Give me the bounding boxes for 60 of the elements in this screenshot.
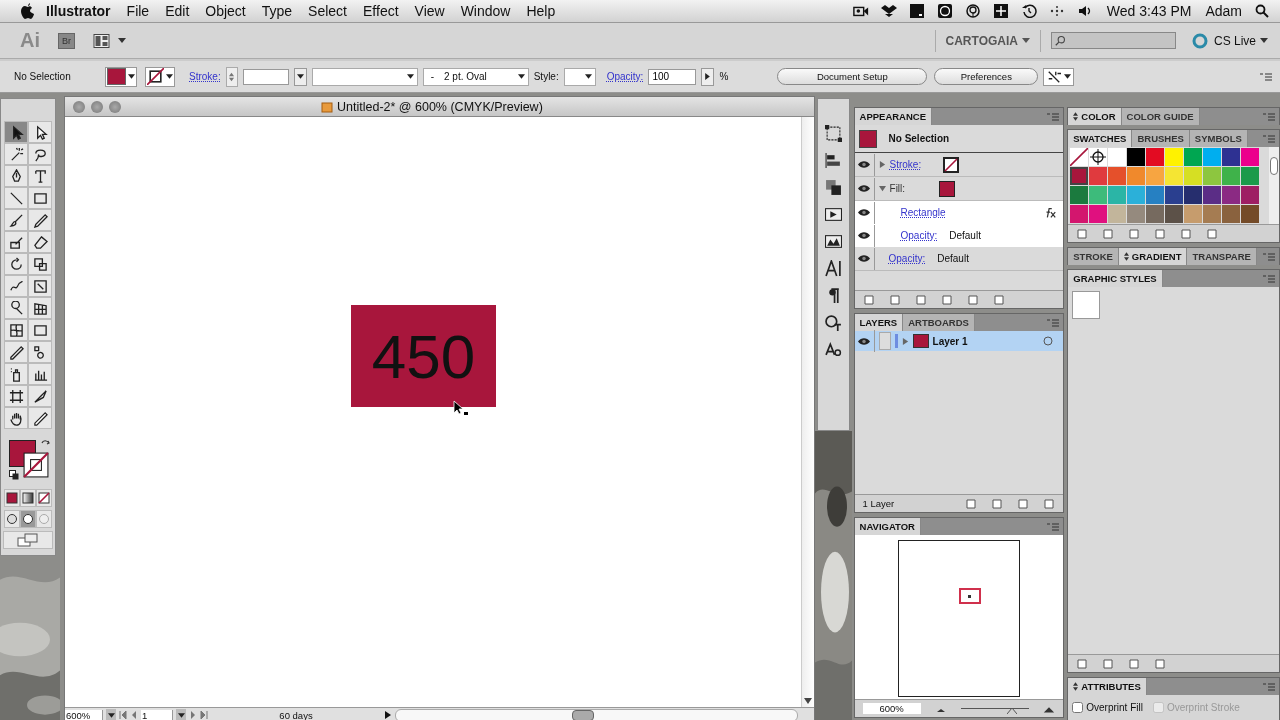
toolbar-button[interactable]: Preferences xyxy=(934,68,1039,85)
status-text: 60 days xyxy=(278,709,314,720)
zoom-field[interactable]: 600% xyxy=(65,709,103,720)
opacity-link[interactable]: Opacity: xyxy=(900,230,938,241)
panel-tab[interactable]: BRUSHES xyxy=(1132,130,1190,147)
brush-name: 2 pt. Oval xyxy=(444,71,487,82)
menu-item[interactable]: View xyxy=(414,3,445,19)
menu-item[interactable]: File xyxy=(126,3,150,19)
brush-dash: - xyxy=(430,71,435,82)
brush-dropdown[interactable]: - 2 pt. Oval xyxy=(422,67,529,86)
stroke-link[interactable]: Stroke: xyxy=(189,71,221,82)
menu-item[interactable]: Help xyxy=(526,3,556,19)
app-menu[interactable]: Illustrator xyxy=(46,3,111,19)
fill-label: Fill: xyxy=(889,183,906,194)
panel-tab[interactable]: SYMBOLS xyxy=(1189,130,1248,147)
effect-link[interactable]: Rectangle xyxy=(900,207,946,218)
panel-tab[interactable]: TRANSPARE xyxy=(1187,248,1257,265)
panel-tab[interactable]: COLOR xyxy=(1068,108,1122,125)
panel-tab[interactable]: ARTBOARDS xyxy=(903,314,975,331)
panel-tab[interactable]: COLOR GUIDE xyxy=(1121,108,1200,125)
menu-item[interactable]: Object xyxy=(205,3,246,19)
window-title: Untitled-2* @ 600% (CMYK/Preview) xyxy=(337,99,543,114)
toolbar-button[interactable]: Document Setup xyxy=(777,68,928,85)
menu-item[interactable]: Type xyxy=(261,3,293,19)
style-label: Style: xyxy=(533,71,559,82)
layer-row[interactable]: Layer 1 xyxy=(854,331,1064,351)
percent-sign: % xyxy=(719,71,729,82)
zoom-field[interactable]: 600% xyxy=(862,703,921,714)
checkbox-label: Overprint Stroke xyxy=(1166,702,1240,713)
opacity-link[interactable]: Opacity: xyxy=(888,253,926,264)
panel-tab[interactable]: NAVIGATOR xyxy=(854,518,921,535)
panel-tab[interactable]: GRAPHIC STYLES xyxy=(1068,270,1163,287)
opacity-value: Default xyxy=(937,253,969,264)
checkbox-label: Overprint Fill xyxy=(1086,702,1143,713)
user-name[interactable]: Adam xyxy=(1205,3,1242,19)
stroke-link[interactable]: Stroke: xyxy=(889,159,922,170)
menu-item[interactable]: Window xyxy=(460,3,511,19)
panel-tab[interactable]: APPEARANCE xyxy=(854,108,933,125)
opacity-field[interactable]: 100 xyxy=(648,68,697,85)
workspace-switcher[interactable]: CARTOGAIA xyxy=(945,33,1030,48)
cs-live-button[interactable]: CS Live xyxy=(1213,33,1268,48)
page-field[interactable]: 1 xyxy=(141,709,173,720)
bridge-button[interactable]: Br xyxy=(58,32,75,49)
menu-item[interactable]: Edit xyxy=(165,3,190,19)
menu-item[interactable]: Select xyxy=(308,3,347,19)
panel-tab[interactable]: SWATCHES xyxy=(1068,130,1133,147)
panel-tab[interactable]: ATTRIBUTES xyxy=(1068,678,1147,695)
opacity-link[interactable]: Opacity: xyxy=(606,71,644,82)
layer-count: 1 Layer xyxy=(862,498,895,509)
app-logo: Ai xyxy=(20,29,40,52)
layer-name: Layer 1 xyxy=(932,335,968,347)
panel-tab[interactable]: GRADIENT xyxy=(1118,248,1188,265)
selection-label: No Selection xyxy=(888,133,950,144)
shape-text: 450 xyxy=(371,320,476,392)
menu-item[interactable]: Effect xyxy=(363,3,399,19)
panel-tab[interactable]: LAYERS xyxy=(854,314,904,331)
opacity-value: Default xyxy=(949,230,981,241)
panel-tab[interactable]: STROKE xyxy=(1068,248,1119,265)
clock-text[interactable]: Wed 3:43 PM xyxy=(1106,3,1192,19)
selection-label: No Selection xyxy=(14,71,72,82)
